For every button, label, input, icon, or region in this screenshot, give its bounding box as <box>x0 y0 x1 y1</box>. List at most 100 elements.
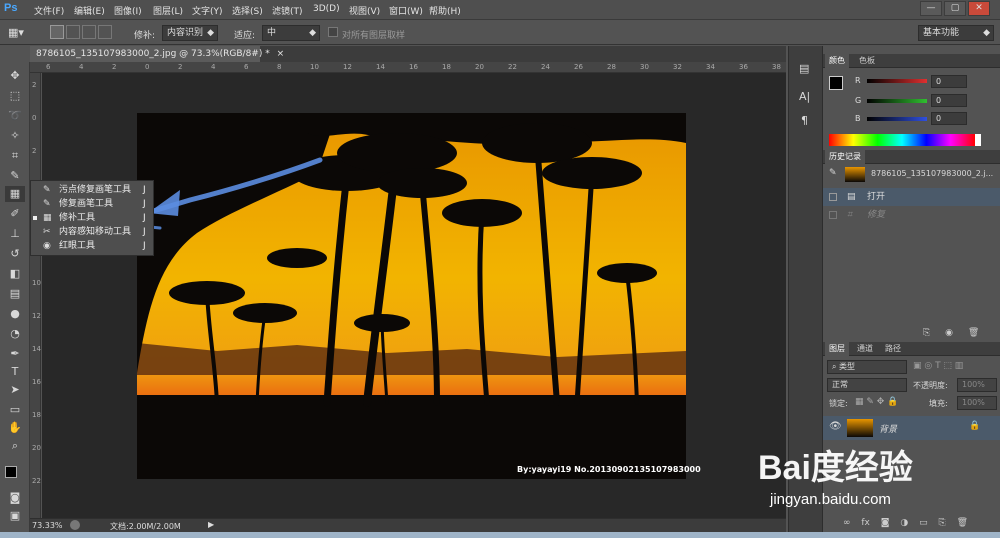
menu-item[interactable]: 帮助(H) <box>429 4 461 17</box>
gradient-tool-icon[interactable]: ▤ <box>5 286 25 302</box>
brush-tool-icon[interactable]: ✐ <box>5 206 25 222</box>
menu-item[interactable]: 窗口(W) <box>389 4 423 17</box>
sample-all-checkbox[interactable] <box>328 27 338 37</box>
color-spectrum[interactable] <box>829 134 975 146</box>
flyout-item-label[interactable]: 修复画笔工具 <box>59 198 113 211</box>
history-checkbox[interactable] <box>829 211 837 219</box>
dodge-tool-icon[interactable]: ◔ <box>5 326 25 342</box>
visibility-eye-icon[interactable]: 👁 <box>829 421 842 432</box>
g-slider[interactable] <box>867 99 927 103</box>
menu-item[interactable]: 文字(Y) <box>192 4 223 17</box>
new-snapshot-icon[interactable]: ⎘ <box>923 328 930 338</box>
status-menu-arrow-icon[interactable]: ▶ <box>208 520 214 529</box>
history-item-open[interactable]: ▤ 打开 <box>823 188 1000 206</box>
intersect-selection-icon[interactable] <box>98 25 112 39</box>
new-layer-icon[interactable]: ⎘ <box>938 518 945 528</box>
layer-row-background[interactable]: 👁 背景 🔒 <box>823 416 1000 440</box>
quick-mask-icon[interactable]: ◙ <box>5 490 25 506</box>
link-layers-icon[interactable]: ∞ <box>843 518 851 528</box>
type-tool-icon[interactable]: T <box>5 364 25 380</box>
restore-button[interactable]: ▢ <box>944 1 966 16</box>
zoom-tool-icon[interactable]: ⌕ <box>5 438 25 454</box>
g-label: G <box>855 96 862 105</box>
flyout-item-label[interactable]: 修补工具 <box>59 212 95 225</box>
r-value[interactable]: 0 <box>931 75 967 88</box>
patch-tool-icon[interactable]: ▦ <box>5 186 25 202</box>
color-fg-swatch[interactable] <box>829 76 843 90</box>
camera-icon[interactable]: ◉ <box>945 328 953 338</box>
b-value[interactable]: 0 <box>931 112 967 125</box>
trash-icon[interactable]: 🗑 <box>968 328 979 338</box>
history-item-repair[interactable]: ⌗ 修复 <box>823 206 1000 224</box>
repair-select[interactable]: 内容识别 ◆ <box>162 25 218 41</box>
move-tool-icon[interactable]: ✥ <box>5 68 25 84</box>
menu-item[interactable]: 3D(D) <box>313 4 340 14</box>
tab-paths[interactable]: 路径 <box>881 342 905 356</box>
history-snapshot[interactable]: ✎ 8786105_135107983000_2.j... <box>823 164 1000 186</box>
layer-name[interactable]: 背景 <box>879 422 897 435</box>
fx-icon[interactable]: fx <box>861 518 870 528</box>
menu-item[interactable]: 图层(L) <box>153 4 183 17</box>
r-slider[interactable] <box>867 79 927 83</box>
crop-tool-icon[interactable]: ⌗ <box>5 148 25 164</box>
history-brush-tool-icon[interactable]: ↺ <box>5 246 25 262</box>
g-value[interactable]: 0 <box>931 94 967 107</box>
blend-mode-select[interactable]: 正常 <box>827 378 907 392</box>
menu-item[interactable]: 编辑(E) <box>74 4 105 17</box>
marquee-tool-icon[interactable]: ⬚ <box>5 88 25 104</box>
adjustment-icon[interactable]: ◑ <box>900 518 908 528</box>
adapt-select[interactable]: 中 ◆ <box>262 25 320 41</box>
b-slider[interactable] <box>867 117 927 121</box>
flyout-item-label[interactable]: 污点修复画笔工具 <box>59 184 131 197</box>
document-image[interactable] <box>137 113 686 479</box>
document-tab[interactable]: 8786105_135107983000_2.jpg @ 73.3%(RGB/8… <box>30 46 284 62</box>
zoom-level[interactable]: 73.33% <box>32 521 63 530</box>
menu-item[interactable]: 文件(F) <box>34 4 64 17</box>
new-selection-icon[interactable] <box>50 25 64 39</box>
patch-tool-preset-icon[interactable]: ▦▾ <box>8 26 30 40</box>
minimize-button[interactable]: — <box>920 1 942 16</box>
folder-icon[interactable]: ▭ <box>919 518 928 528</box>
layer-kind-filter[interactable]: ⌕ 类型 <box>827 360 907 374</box>
close-document-icon[interactable]: × <box>277 49 285 59</box>
menu-item[interactable]: 选择(S) <box>232 4 263 17</box>
history-checkbox[interactable] <box>829 193 837 201</box>
tab-color[interactable]: 颜色 <box>825 54 849 68</box>
blur-tool-icon[interactable]: ● <box>5 306 25 322</box>
foreground-color-swatch[interactable] <box>5 466 17 478</box>
delete-layer-icon[interactable]: 🗑 <box>957 518 968 528</box>
eraser-tool-icon[interactable]: ◧ <box>5 266 25 282</box>
paragraph-panel-icon[interactable]: ¶ <box>801 114 808 127</box>
opacity-input[interactable]: 100% <box>957 378 997 392</box>
lock-icons[interactable]: ▦ ✎ ✥ 🔒 <box>855 397 919 409</box>
spectrum-white[interactable] <box>975 134 981 146</box>
quick-select-tool-icon[interactable]: ✧ <box>5 128 25 144</box>
pen-tool-icon[interactable]: ✒ <box>5 346 25 362</box>
shape-tool-icon[interactable]: ▭ <box>5 402 25 418</box>
tab-history[interactable]: 历史记录 <box>825 150 865 164</box>
layer-filter-icons[interactable]: ▣ ◎ T ⬚ ▥ <box>913 361 997 373</box>
status-info-icon[interactable] <box>70 520 80 530</box>
menu-item[interactable]: 视图(V) <box>349 4 380 17</box>
flyout-item-label[interactable]: 内容感知移动工具 <box>59 226 131 239</box>
history-panel-icon[interactable]: ▤ <box>799 62 809 75</box>
screen-mode-icon[interactable]: ▣ <box>5 508 25 524</box>
flyout-item-label[interactable]: 红眼工具 <box>59 240 95 253</box>
add-selection-icon[interactable] <box>66 25 80 39</box>
eyedropper-tool-icon[interactable]: ✎ <box>5 168 25 184</box>
menu-item[interactable]: 图像(I) <box>114 4 142 17</box>
character-panel-icon[interactable]: A| <box>799 90 810 103</box>
mask-icon[interactable]: ◙ <box>881 518 890 528</box>
tab-swatches[interactable]: 色板 <box>855 54 879 68</box>
hand-tool-icon[interactable]: ✋ <box>5 420 25 436</box>
clone-stamp-tool-icon[interactable]: ⊥ <box>5 226 25 242</box>
lasso-tool-icon[interactable]: ➰ <box>5 108 25 124</box>
fill-input[interactable]: 100% <box>957 396 997 410</box>
path-select-tool-icon[interactable]: ➤ <box>5 382 25 398</box>
close-window-button[interactable]: ✕ <box>968 1 990 16</box>
workspace-select[interactable]: 基本功能 ◆ <box>918 25 994 41</box>
tab-channels[interactable]: 通道 <box>853 342 877 356</box>
subtract-selection-icon[interactable] <box>82 25 96 39</box>
tab-layers[interactable]: 图层 <box>825 342 849 356</box>
menu-item[interactable]: 滤镜(T) <box>272 4 303 17</box>
